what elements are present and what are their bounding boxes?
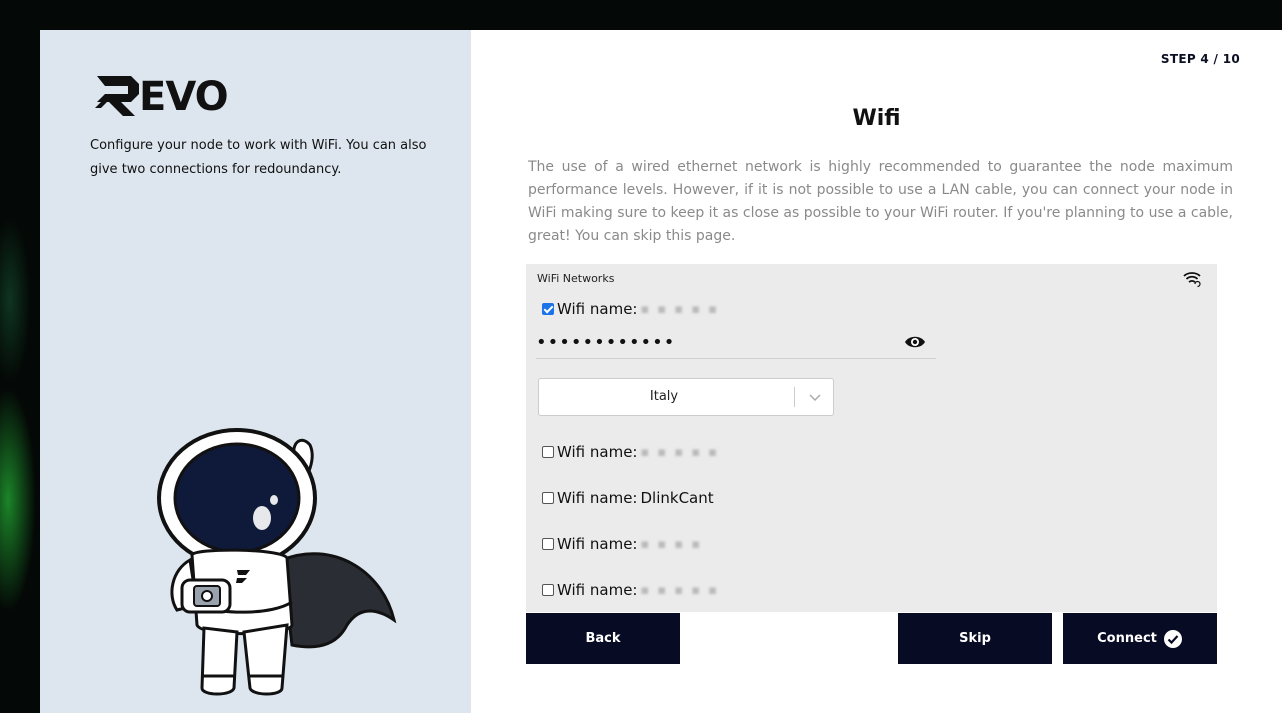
network-checkbox-2[interactable] <box>542 446 554 458</box>
right-panel: STEP 4 / 10 Wifi The use of a wired ethe… <box>471 30 1282 713</box>
skip-button[interactable]: Skip <box>898 613 1052 664</box>
back-button[interactable]: Back <box>526 613 680 664</box>
wifi-refresh-icon[interactable] <box>1183 270 1201 288</box>
network-name-masked-1: ▪ ▪ ▪ ▪ ▪ <box>640 301 720 317</box>
revo-logo: EVO <box>95 74 229 120</box>
page-title: Wifi <box>852 106 901 131</box>
intro-text: Configure your node to work with WiFi. Y… <box>90 138 427 177</box>
skip-button-label: Skip <box>959 631 991 646</box>
network-name-masked-4: ▪ ▪ ▪ ▪ <box>640 536 703 552</box>
select-separator <box>794 387 795 407</box>
step-indicator: STEP 4 / 10 <box>1160 52 1240 66</box>
network-item-5[interactable]: Wifi name: ▪ ▪ ▪ ▪ ▪ <box>542 580 719 600</box>
country-select[interactable]: Italy <box>538 378 834 416</box>
back-button-label: Back <box>585 631 621 646</box>
network-label-3: Wifi name: <box>557 489 638 507</box>
country-value: Italy <box>649 389 679 404</box>
network-item-3[interactable]: Wifi name: DlinkCant <box>542 488 714 508</box>
network-label-1: Wifi name: <box>557 300 638 318</box>
logo-text: EVO <box>139 74 228 120</box>
network-checkbox-3[interactable] <box>542 492 554 504</box>
network-checkbox-5[interactable] <box>542 584 554 596</box>
network-checkbox-1[interactable] <box>542 303 554 315</box>
description-text: The use of a wired ethernet network is h… <box>528 159 1233 244</box>
networks-header: WiFi Networks <box>537 272 615 285</box>
check-circle-icon <box>1163 629 1182 648</box>
astronaut-illustration <box>157 428 397 696</box>
eye-icon[interactable] <box>904 334 926 350</box>
network-name-3: DlinkCant <box>640 489 714 507</box>
password-field[interactable] <box>536 328 936 359</box>
network-name-masked-2: ▪ ▪ ▪ ▪ ▪ <box>640 444 720 460</box>
setup-window: EVO Configure your node to work with WiF… <box>40 30 1282 713</box>
network-label-5: Wifi name: <box>557 581 638 599</box>
chevron-down-icon[interactable] <box>809 392 821 402</box>
wifi-networks-panel: WiFi Networks Wifi name: ▪ ▪ ▪ ▪ ▪ •••••… <box>526 264 1217 612</box>
password-input[interactable] <box>536 328 876 356</box>
network-name-masked-5: ▪ ▪ ▪ ▪ ▪ <box>640 582 720 598</box>
network-checkbox-4[interactable] <box>542 538 554 550</box>
network-item-2[interactable]: Wifi name: ▪ ▪ ▪ ▪ ▪ <box>542 442 719 462</box>
connect-button[interactable]: Connect <box>1063 613 1217 664</box>
network-label-4: Wifi name: <box>557 535 638 553</box>
left-panel: EVO Configure your node to work with WiF… <box>40 30 471 713</box>
network-item-4[interactable]: Wifi name: ▪ ▪ ▪ ▪ <box>542 534 702 554</box>
network-label-2: Wifi name: <box>557 443 638 461</box>
connect-button-label: Connect <box>1097 631 1157 646</box>
network-item-1[interactable]: Wifi name: ▪ ▪ ▪ ▪ ▪ <box>542 299 719 319</box>
